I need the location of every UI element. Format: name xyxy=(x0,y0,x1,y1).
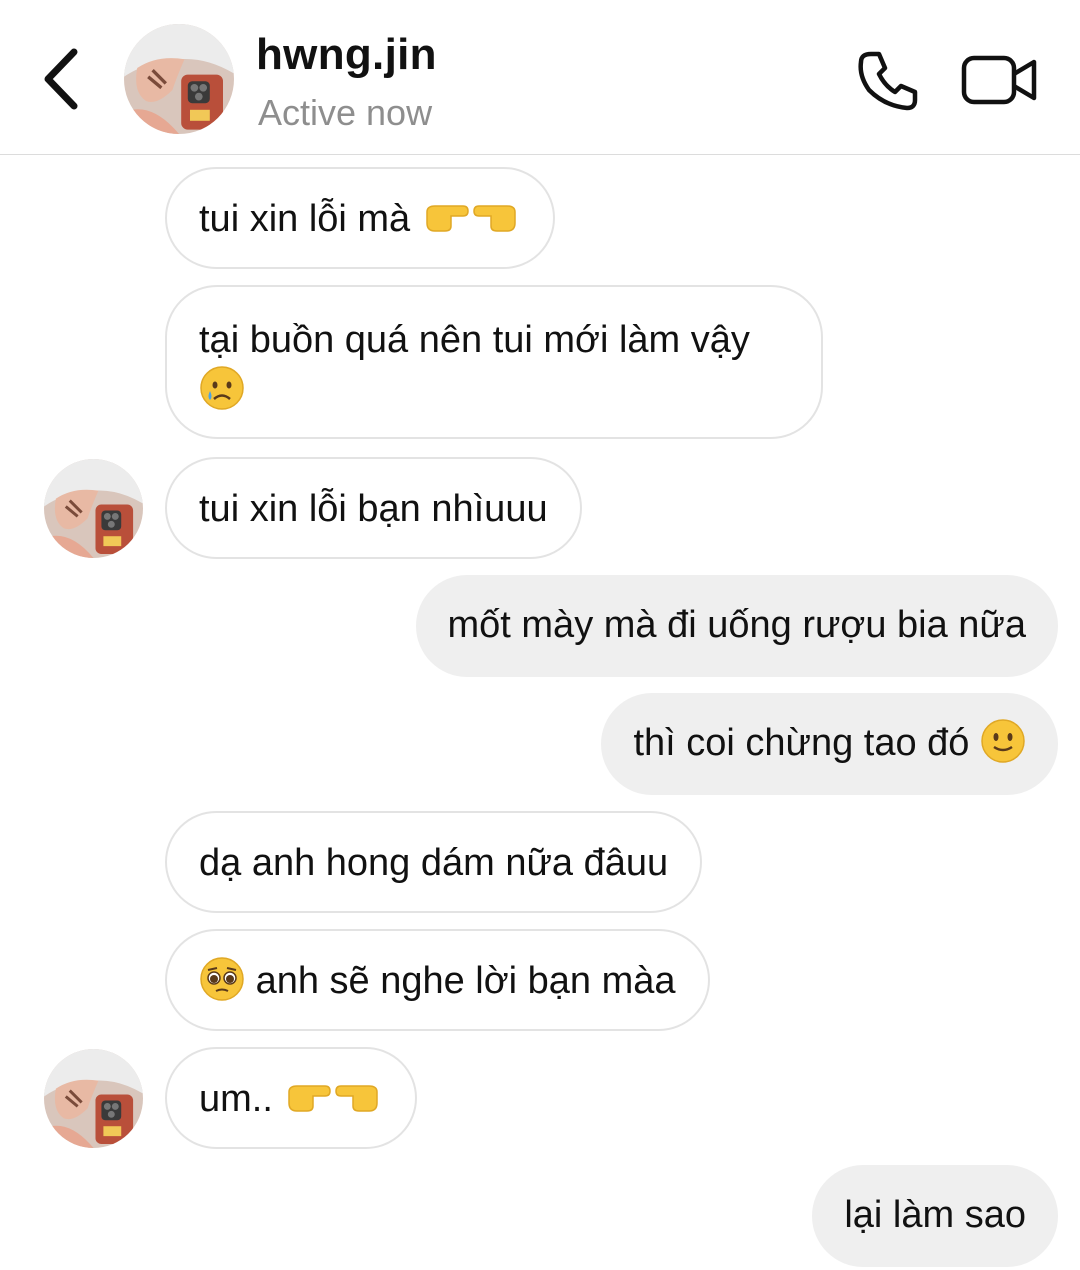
phone-icon[interactable] xyxy=(855,48,921,114)
contact-avatar-small[interactable] xyxy=(44,459,143,558)
message-text: um.. xyxy=(199,1078,273,1120)
pointing-fingers-emoji-icon xyxy=(421,198,521,238)
incoming-message[interactable]: tui xin lỗi bạn nhìuuu xyxy=(165,457,582,559)
outgoing-message[interactable]: mốt mày mà đi uống rượu bia nữa xyxy=(415,575,1058,677)
chat-header: hwng.jin Active now xyxy=(0,0,1080,155)
incoming-message[interactable]: um.. xyxy=(165,1047,418,1149)
message-text: tui xin lỗi bạn nhìuuu xyxy=(199,488,548,530)
message-text: anh sẽ nghe lời bạn màa xyxy=(255,960,676,1002)
video-camera-icon[interactable] xyxy=(960,52,1040,108)
message-text: mốt mày mà đi uống rượu bia nữa xyxy=(447,604,1027,646)
contact-status: Active now xyxy=(258,92,433,133)
message-text: thì coi chừng tao đó xyxy=(633,722,970,764)
message-text: lại làm sao xyxy=(844,1194,1026,1236)
incoming-message[interactable]: anh sẽ nghe lời bạn màa xyxy=(165,929,710,1031)
outgoing-message[interactable]: thì coi chừng tao đó xyxy=(601,693,1058,795)
outgoing-message[interactable]: lại làm sao xyxy=(812,1165,1058,1267)
message-text: dạ anh hong dám nữa đâuu xyxy=(199,842,669,884)
contact-avatar-small[interactable] xyxy=(44,1049,143,1148)
chevron-left-icon[interactable] xyxy=(36,44,88,114)
slightly-smiling-face-emoji-icon xyxy=(980,718,1026,764)
message-text: tại buồn quá nên tui mới làm vậy xyxy=(199,319,750,361)
pointing-fingers-emoji-icon xyxy=(283,1078,383,1118)
contact-name[interactable]: hwng.jin xyxy=(256,30,437,80)
contact-avatar[interactable] xyxy=(124,24,234,134)
crying-face-emoji-icon xyxy=(199,365,245,411)
message-text: tui xin lỗi mà xyxy=(199,198,411,240)
pleading-face-emoji-icon xyxy=(199,956,245,1002)
incoming-message[interactable]: tui xin lỗi mà xyxy=(165,167,555,269)
incoming-message[interactable]: dạ anh hong dám nữa đâuu xyxy=(165,811,703,913)
incoming-message[interactable]: tại buồn quá nên tui mới làm vậy xyxy=(165,285,823,439)
